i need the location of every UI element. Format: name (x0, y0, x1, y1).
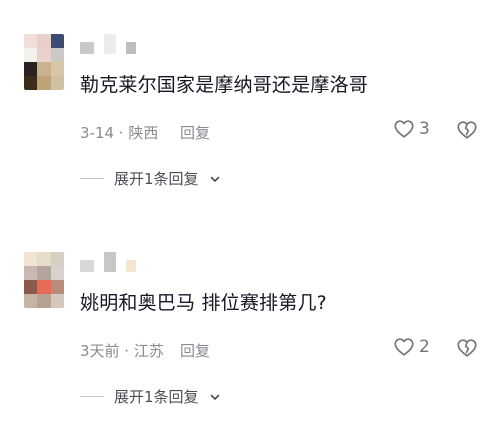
like-button[interactable]: 3 (393, 118, 430, 140)
avatar-mosaic-tile (50, 252, 64, 266)
username-mosaic-block (80, 42, 94, 54)
like-count: 2 (419, 337, 430, 357)
broken-heart-icon (457, 339, 477, 357)
avatar-mosaic-tile (50, 294, 64, 308)
comment-item: 姚明和奥巴马 排位赛排第几? 3天前 · 江苏 回复 2 展开1条回复 (0, 228, 500, 428)
reply-button[interactable]: 回复 (180, 340, 210, 361)
comment-meta: 3天前 · 江苏 (80, 342, 164, 360)
avatar-mosaic-tile (50, 34, 64, 48)
expand-divider (80, 178, 104, 179)
comment-meta: 3-14 · 陕西 (80, 124, 159, 142)
heart-outline-icon (394, 338, 414, 356)
username-mosaic-block (104, 34, 116, 54)
username-mosaic-block (80, 260, 94, 272)
like-count: 3 (419, 119, 430, 139)
avatar-mosaic-tile (37, 294, 51, 308)
username[interactable] (80, 250, 136, 272)
avatar-mosaic-tile (37, 62, 51, 76)
avatar-mosaic-tile (24, 76, 38, 90)
username-mosaic-block (104, 252, 116, 272)
dislike-button[interactable] (456, 337, 478, 359)
avatar[interactable] (24, 34, 64, 90)
avatar-mosaic-tile (24, 266, 38, 280)
heart-outline-icon (394, 120, 414, 138)
broken-heart-icon (457, 121, 477, 139)
avatar-mosaic-tile (24, 294, 38, 308)
username-mosaic-block (126, 42, 136, 54)
expand-replies-button[interactable]: 展开1条回复 (80, 168, 221, 189)
avatar-mosaic-tile (50, 280, 64, 294)
comment-text: 姚明和奥巴马 排位赛排第几? (80, 292, 327, 314)
like-button[interactable]: 2 (393, 336, 430, 358)
avatar-mosaic-tile (37, 266, 51, 280)
avatar-mosaic-tile (24, 62, 38, 76)
comment-item: 勒克莱尔国家是摩纳哥还是摩洛哥 3-14 · 陕西 回复 3 展开1条回复 (0, 10, 500, 210)
username-mosaic-block (126, 260, 136, 272)
avatar-mosaic-tile (50, 76, 64, 90)
comment-list: 勒克莱尔国家是摩纳哥还是摩洛哥 3-14 · 陕西 回复 3 展开1条回复 姚明… (0, 0, 500, 440)
avatar-mosaic-tile (37, 252, 51, 266)
avatar-mosaic-tile (50, 266, 64, 280)
avatar-mosaic-tile (50, 48, 64, 62)
avatar-mosaic-tile (24, 34, 38, 48)
avatar-mosaic-tile (24, 252, 38, 266)
avatar-mosaic-tile (37, 34, 51, 48)
expand-divider (80, 396, 104, 397)
username[interactable] (80, 32, 136, 54)
avatar-mosaic-tile (37, 76, 51, 90)
expand-replies-button[interactable]: 展开1条回复 (80, 386, 221, 407)
reply-button[interactable]: 回复 (180, 122, 210, 143)
avatar-mosaic-tile (24, 280, 38, 294)
avatar-mosaic-tile (37, 280, 51, 294)
expand-replies-label: 展开1条回复 (114, 170, 199, 188)
chevron-down-icon (210, 394, 219, 400)
avatar-mosaic-tile (50, 62, 64, 76)
dislike-button[interactable] (456, 119, 478, 141)
chevron-down-icon (210, 176, 219, 182)
avatar[interactable] (24, 252, 64, 308)
avatar-mosaic-tile (24, 48, 38, 62)
expand-replies-label: 展开1条回复 (114, 388, 199, 406)
comment-text: 勒克莱尔国家是摩纳哥还是摩洛哥 (80, 74, 369, 96)
avatar-mosaic-tile (37, 48, 51, 62)
